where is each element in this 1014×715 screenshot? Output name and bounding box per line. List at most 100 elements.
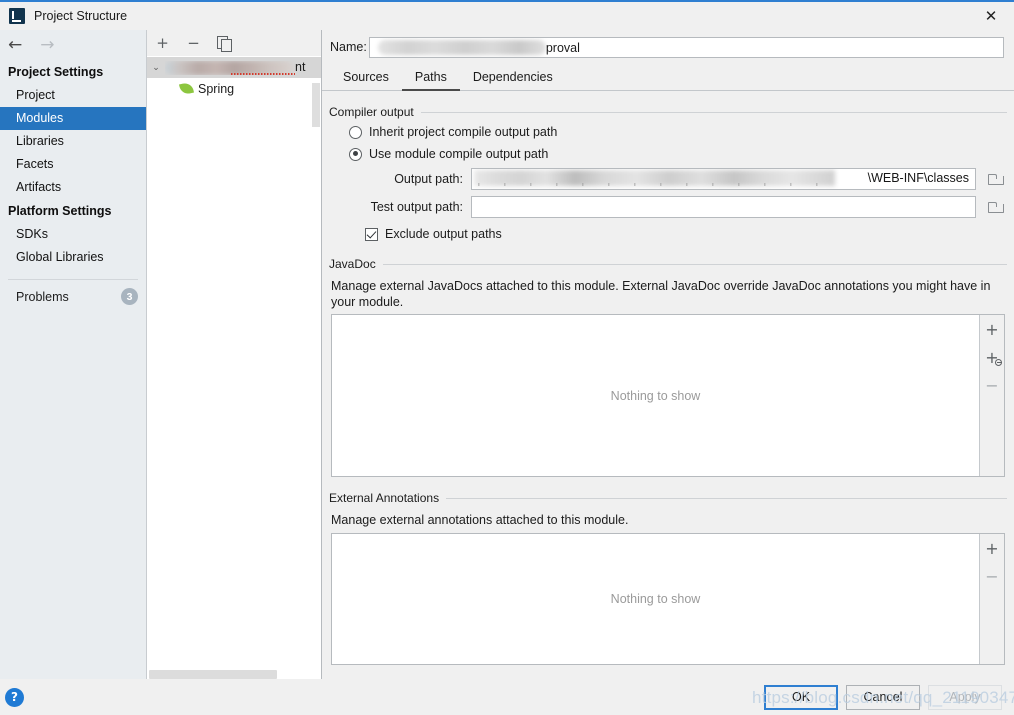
cancel-button[interactable]: Cancel — [846, 684, 920, 710]
section-title: Compiler output — [329, 105, 414, 119]
javadoc-actions: + + − — [979, 315, 1004, 476]
arrow-left-icon[interactable]: ← — [6, 36, 24, 54]
radio-icon[interactable] — [349, 125, 362, 139]
remove-module-button[interactable]: − — [186, 35, 201, 51]
compiler-output-section: Compiler output Inherit project compile … — [329, 105, 1007, 245]
spring-leaf-icon — [178, 81, 195, 96]
section-header: Compiler output — [329, 105, 1007, 119]
window-title: Project Structure — [34, 9, 128, 23]
javadoc-list[interactable]: Nothing to show — [332, 315, 979, 476]
empty-state-text: Nothing to show — [610, 591, 701, 606]
module-name-redacted: nt — [165, 60, 321, 75]
dialog-buttons: OK Cancel Apply — [764, 684, 1014, 710]
test-output-path-row: Test output path: — [349, 193, 1007, 221]
module-name-value-tail: proval — [545, 40, 580, 55]
remove-javadoc-button[interactable]: − — [982, 377, 1002, 395]
scrollbar-thumb[interactable] — [312, 83, 320, 127]
sidebar-item-libraries[interactable]: Libraries — [0, 130, 146, 153]
module-name-tail: nt — [295, 60, 306, 74]
add-module-button[interactable]: + — [155, 35, 170, 51]
sidebar-item-sdks[interactable]: SDKs — [0, 223, 146, 246]
add-javadoc-button[interactable]: + — [982, 321, 1002, 339]
sidebar-group-platform-settings: Platform Settings — [8, 204, 112, 218]
sidebar-divider — [8, 279, 138, 280]
module-detail-pane: Name: proval Sources Paths Dependencies … — [322, 30, 1014, 679]
test-output-path-input[interactable] — [471, 196, 976, 218]
annotations-list[interactable]: Nothing to show — [332, 533, 979, 664]
javadoc-description: Manage external JavaDocs attached to thi… — [331, 279, 991, 309]
add-annotation-button[interactable]: + — [982, 540, 1002, 558]
module-tree: ⌄ nt Spring — [147, 56, 321, 668]
dialog-footer: ? OK Cancel Apply — [0, 679, 1014, 715]
section-title: JavaDoc — [329, 257, 376, 271]
radio-icon[interactable] — [349, 147, 362, 161]
specify-javadoc-url-button[interactable]: + — [982, 349, 1002, 367]
module-tree-horizontal-scrollbar[interactable] — [147, 668, 321, 679]
use-module-output-path-option[interactable]: Use module compile output path — [329, 143, 1007, 165]
folder-icon — [988, 173, 1004, 185]
sidebar-group-project-settings: Project Settings — [8, 65, 104, 79]
arrow-right-icon[interactable]: → — [38, 36, 56, 54]
tab-sources[interactable]: Sources — [330, 66, 402, 91]
test-output-path-label: Test output path: — [370, 200, 463, 214]
copy-icon[interactable] — [217, 36, 232, 52]
redaction-blur — [377, 39, 546, 55]
inherit-output-path-option[interactable]: Inherit project compile output path — [329, 121, 1007, 143]
option-label: Exclude output paths — [385, 227, 502, 241]
chevron-down-icon[interactable]: ⌄ — [147, 63, 165, 73]
sidebar-item-problems[interactable]: Problems 3 — [0, 284, 146, 309]
checkbox-icon[interactable] — [365, 227, 378, 241]
sidebar-item-artifacts[interactable]: Artifacts — [0, 176, 146, 199]
ok-button[interactable]: OK — [764, 684, 838, 710]
module-name-label: Name: — [330, 40, 367, 54]
section-header: JavaDoc — [329, 257, 1007, 271]
module-name-input[interactable]: proval — [368, 36, 1004, 58]
tab-dependencies[interactable]: Dependencies — [460, 66, 566, 91]
tree-row-spring[interactable]: Spring — [147, 78, 321, 99]
output-path-label: Output path: — [394, 172, 463, 186]
tree-row[interactable]: ⌄ nt — [147, 57, 321, 78]
annotations-description: Manage external annotations attached to … — [331, 513, 629, 527]
redaction-texture — [478, 183, 833, 186]
module-tree-vertical-scrollbar[interactable] — [311, 83, 321, 657]
folder-icon — [988, 201, 1004, 213]
output-path-input[interactable]: \WEB-INF\classes — [471, 168, 976, 190]
intellij-idea-icon — [9, 8, 25, 24]
section-header: External Annotations — [329, 491, 1007, 505]
tree-item-label: Spring — [198, 81, 235, 96]
module-tabs: Sources Paths Dependencies — [322, 64, 1014, 91]
option-label: Inherit project compile output path — [369, 125, 558, 139]
sidebar-item-global-libraries[interactable]: Global Libraries — [0, 246, 146, 269]
module-tree-panel: + − ⌄ nt Spring — [147, 30, 322, 679]
sidebar-item-project[interactable]: Project — [0, 84, 146, 107]
tab-paths[interactable]: Paths — [401, 66, 460, 91]
javadoc-section: JavaDoc Manage external JavaDocs attache… — [329, 257, 1007, 477]
option-label: Use module compile output path — [369, 147, 549, 161]
paths-tab-content: Compiler output Inherit project compile … — [322, 91, 1014, 665]
test-output-path-browse-button[interactable] — [983, 196, 1007, 218]
apply-button[interactable]: Apply — [928, 684, 1002, 710]
sidebar-item-label: Problems — [16, 289, 69, 304]
output-path-value-tail: \WEB-INF\classes — [867, 171, 969, 185]
error-underline — [231, 72, 295, 75]
settings-sidebar: ← → Project Settings Project Modules Lib… — [0, 30, 147, 679]
close-icon[interactable]: ✕ — [968, 2, 1014, 30]
project-structure-dialog: Project Structure ✕ ← → Project Settings… — [0, 0, 1014, 715]
empty-state-text: Nothing to show — [610, 388, 701, 403]
section-divider — [446, 497, 1007, 499]
sidebar-item-modules[interactable]: Modules — [0, 107, 146, 130]
sidebar-item-facets[interactable]: Facets — [0, 153, 146, 176]
exclude-output-paths-option[interactable]: Exclude output paths — [329, 221, 1007, 245]
remove-annotation-button[interactable]: − — [982, 568, 1002, 586]
scrollbar-thumb[interactable] — [149, 670, 277, 679]
section-divider — [420, 111, 1007, 113]
sidebar-navigation: ← → — [0, 30, 146, 60]
globe-icon — [995, 359, 1002, 366]
section-title: External Annotations — [329, 491, 440, 505]
javadoc-list-container: Nothing to show + + − — [331, 314, 1005, 477]
output-path-browse-button[interactable] — [983, 168, 1007, 190]
problems-count-badge: 3 — [121, 288, 138, 305]
help-icon[interactable]: ? — [5, 687, 24, 707]
module-name-row: Name: proval — [322, 30, 1014, 64]
annotations-list-container: Nothing to show + − — [331, 532, 1005, 665]
